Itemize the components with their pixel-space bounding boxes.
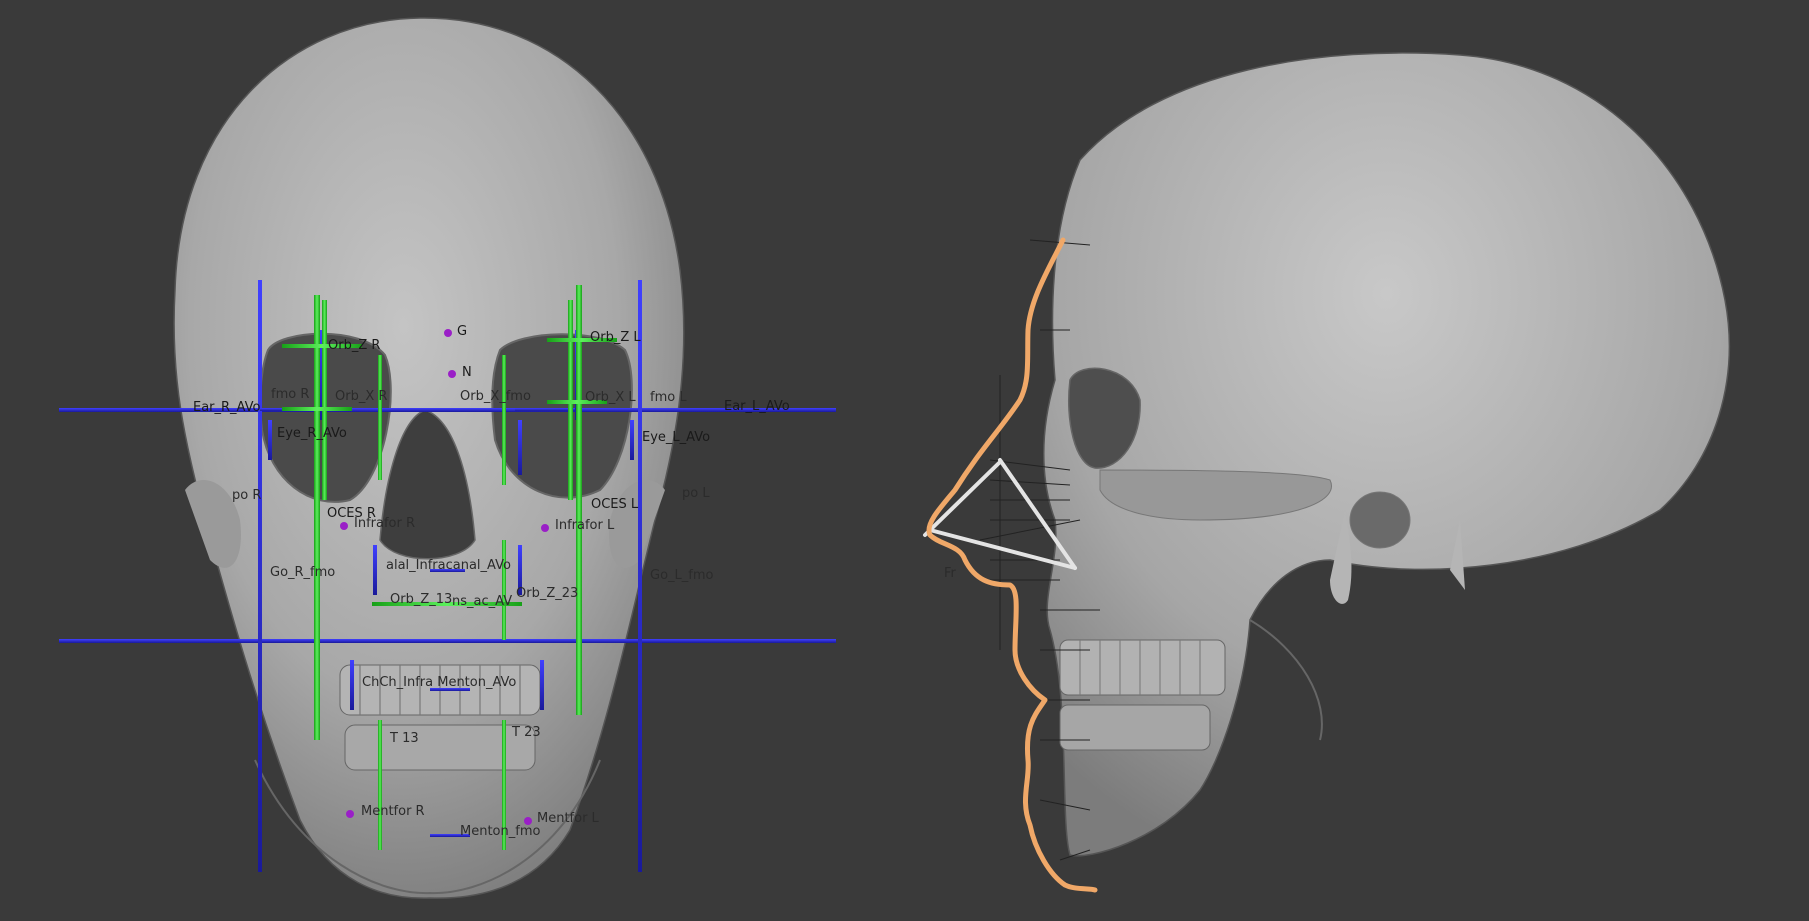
label-po-l: po L	[682, 486, 710, 501]
label-t13: T 13	[389, 731, 419, 746]
label-orb-z-l: Orb_Z L	[590, 330, 641, 345]
label-fmo-l: fmo L	[650, 390, 687, 405]
label-orb-x-r: Orb_X R	[335, 389, 387, 404]
label-infrafor-l: Infrafor L	[555, 518, 615, 533]
label-t23: T 23	[511, 725, 541, 740]
label-alal: alal_Infracanal_AVo	[386, 558, 511, 573]
label-infrafor-r: Infrafor R	[354, 516, 415, 531]
label-ear-r: Ear_R_AVo	[193, 400, 261, 415]
landmark-infrafor-r[interactable]	[340, 522, 348, 530]
label-oces-l: OCES L	[591, 497, 639, 512]
label-orb-z13: Orb_Z_13	[390, 592, 452, 607]
label-eye-r: Eye_R_AVo	[277, 426, 347, 441]
label-eye-l: Eye_L_AVo	[642, 430, 710, 445]
scene-canvas[interactable]: G N Orb_Z R Orb_Z L Orb_X R Orb_X L Orb_…	[0, 0, 1809, 921]
3d-viewport[interactable]: G N Orb_Z R Orb_Z L Orb_X R Orb_X L Orb_…	[0, 0, 1809, 921]
label-mentfor-l: Mentfor L	[537, 811, 600, 826]
front-skull[interactable]	[173, 17, 685, 899]
landmark-n[interactable]	[448, 370, 456, 378]
label-menton: Menton_fmo	[460, 824, 540, 839]
landmark-g[interactable]	[444, 329, 452, 337]
label-ns-ac: ns_ac_AV	[452, 594, 512, 609]
label-side-tag: Fr	[944, 566, 957, 581]
landmark-infrafor-l[interactable]	[541, 524, 549, 532]
label-go-r: Go_R_fmo	[270, 565, 335, 580]
label-po-r: po R	[232, 488, 261, 503]
label-mentfor-r: Mentfor R	[361, 804, 425, 819]
label-orb-z23: Orb_Z_23	[516, 586, 578, 601]
label-chch: ChCh_Infra Menton_AVo	[362, 675, 516, 690]
label-go-l: Go_L_fmo	[650, 568, 714, 583]
label-n: N	[462, 365, 472, 380]
label-fmo-r: fmo R	[271, 387, 309, 402]
label-orb-z-r: Orb_Z R	[328, 338, 380, 353]
landmark-mentfor-r[interactable]	[346, 810, 354, 818]
label-orb-x-l: Orb_X L	[585, 390, 636, 405]
side-skull[interactable]	[1043, 52, 1731, 857]
label-g: G	[457, 324, 467, 339]
label-ear-l: Ear_L_AVo	[724, 399, 790, 414]
label-orb-x-fmo: Orb_X_fmo	[460, 389, 531, 404]
